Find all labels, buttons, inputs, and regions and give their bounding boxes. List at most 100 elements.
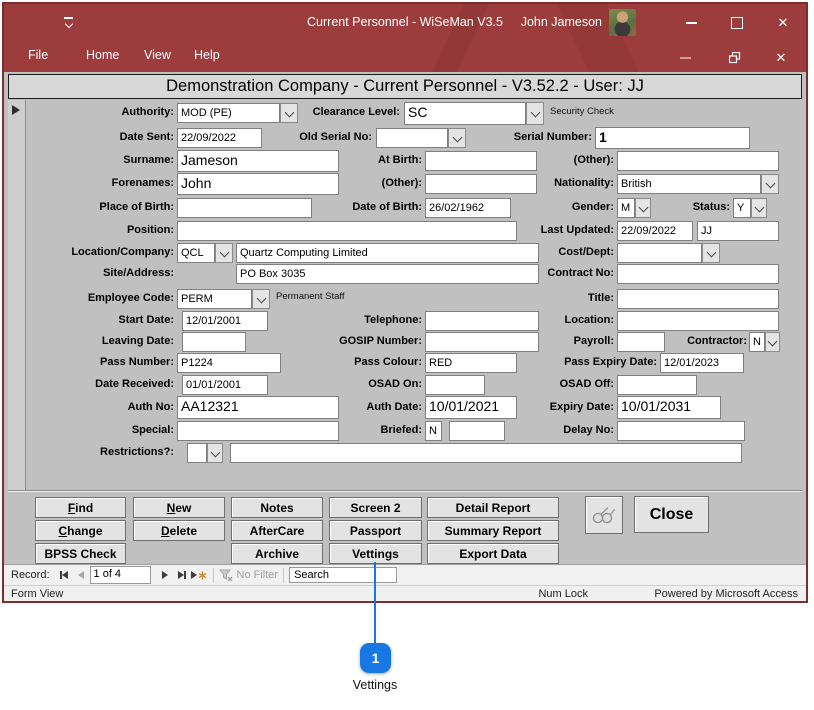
restrictions-dropdown-icon[interactable] <box>207 443 223 463</box>
osad-off-label: OSAD Off: <box>506 378 614 390</box>
delete-button[interactable]: Delete <box>133 520 225 541</box>
nationality-input[interactable]: British <box>617 174 761 194</box>
record-selector-strip[interactable] <box>8 100 26 490</box>
close-button[interactable]: Close <box>634 496 709 533</box>
date-received-input[interactable]: 01/01/2001 <box>182 375 268 395</box>
contractor-input[interactable]: N <box>749 332 765 352</box>
gender-input[interactable]: M <box>617 198 635 218</box>
find-button[interactable]: Find <box>35 497 126 518</box>
old-serial-no-dropdown-icon[interactable] <box>448 128 466 148</box>
title-field-label: Title: <box>506 292 614 304</box>
pass-number-input[interactable]: P1224 <box>177 353 281 373</box>
delay-no-input[interactable] <box>617 421 745 441</box>
clearance-level-dropdown-icon[interactable] <box>526 102 544 125</box>
view-mode-status: Form View <box>11 588 63 600</box>
last-updated-date-input[interactable]: 22/09/2022 <box>617 221 693 241</box>
nationality-dropdown-icon[interactable] <box>761 174 779 194</box>
cost-dept-input[interactable] <box>617 243 702 263</box>
close-window-icon[interactable]: ✕ <box>766 48 796 68</box>
leaving-date-label: Leaving Date: <box>34 335 174 347</box>
pass-expiry-date-input[interactable]: 12/01/2023 <box>660 353 744 373</box>
menu-home[interactable]: Home <box>86 48 119 62</box>
expiry-date-input[interactable]: 10/01/2031 <box>617 396 721 419</box>
menu-file[interactable]: File <box>28 48 48 62</box>
view-record-button[interactable] <box>585 496 623 534</box>
authority-dropdown-icon[interactable] <box>280 103 298 123</box>
powered-by-text: Powered by Microsoft Access <box>654 588 798 600</box>
callout-connector-line <box>374 562 376 645</box>
location-company-code-input[interactable]: QCL <box>177 243 215 263</box>
position-input[interactable] <box>177 221 517 241</box>
gosip-number-label: GOSIP Number: <box>314 335 422 347</box>
status-input[interactable]: Y <box>733 198 751 218</box>
menu-view[interactable]: View <box>144 48 171 62</box>
restore-window-icon[interactable] <box>720 48 750 68</box>
first-record-icon[interactable] <box>56 567 73 583</box>
restrictions-input[interactable] <box>187 443 207 463</box>
record-position[interactable]: 1 of 4 <box>90 566 151 584</box>
contractor-dropdown-icon[interactable] <box>765 332 780 352</box>
next-record-icon[interactable] <box>157 567 174 583</box>
last-updated-initials-input[interactable]: JJ <box>697 221 779 241</box>
clearance-level-input[interactable]: SC <box>404 102 526 125</box>
auth-date-label: Auth Date: <box>314 401 422 413</box>
briefed-extra-input[interactable] <box>449 421 505 441</box>
place-of-birth-input[interactable] <box>177 198 312 218</box>
contract-no-input[interactable] <box>617 264 779 284</box>
maximize-icon[interactable] <box>714 4 760 42</box>
status-dropdown-icon[interactable] <box>751 198 767 218</box>
location-company-dropdown-icon[interactable] <box>215 243 233 263</box>
search-input[interactable]: Search <box>289 567 397 583</box>
archive-button[interactable]: Archive <box>231 543 323 564</box>
date-of-birth-input[interactable]: 26/02/1962 <box>425 198 511 218</box>
change-button[interactable]: Change <box>35 520 126 541</box>
new-record-icon[interactable] <box>191 567 208 583</box>
detail-report-button[interactable]: Detail Report <box>427 497 559 518</box>
last-record-icon[interactable] <box>174 567 191 583</box>
user-avatar[interactable] <box>609 9 636 36</box>
auth-date-input[interactable]: 10/01/2021 <box>425 396 517 419</box>
site-address-input[interactable]: PO Box 3035 <box>236 264 539 284</box>
osad-off-input[interactable] <box>617 375 697 395</box>
minimize-icon[interactable] <box>668 4 714 42</box>
briefed-label: Briefed: <box>314 424 422 436</box>
start-date-input[interactable]: 12/01/2001 <box>182 311 268 331</box>
serial-number-input[interactable]: 1 <box>595 127 750 149</box>
app-window: Current Personnel - WiSeMan V3.5 John Ja… <box>2 2 808 603</box>
cost-dept-dropdown-icon[interactable] <box>702 243 720 263</box>
previous-record-icon[interactable] <box>73 567 90 583</box>
title-field-input[interactable] <box>617 289 779 309</box>
date-sent-input[interactable]: 22/09/2022 <box>177 128 262 148</box>
passport-button[interactable]: Passport <box>329 520 422 541</box>
title-bar: Current Personnel - WiSeMan V3.5 John Ja… <box>4 4 806 72</box>
osad-on-input[interactable] <box>425 375 485 395</box>
surname-other-input[interactable] <box>617 151 779 171</box>
new-button[interactable]: New <box>133 497 225 518</box>
authority-input[interactable]: MOD (PE) <box>177 103 280 123</box>
pass-colour-input[interactable]: RED <box>425 353 517 373</box>
notes-button[interactable]: Notes <box>231 497 323 518</box>
nationality-label: Nationality: <box>506 177 614 189</box>
ribbon-minimize-icon <box>670 48 700 68</box>
location-input[interactable] <box>617 311 779 331</box>
aftercare-button[interactable]: AfterCare <box>231 520 323 541</box>
expiry-date-label: Expiry Date: <box>506 401 614 413</box>
no-filter-indicator: No Filter <box>219 569 279 582</box>
bpss-check-button[interactable]: BPSS Check <box>35 543 126 564</box>
vettings-button[interactable]: Vettings <box>329 543 422 564</box>
gender-dropdown-icon[interactable] <box>635 198 651 218</box>
briefed-input[interactable]: N <box>425 421 442 441</box>
export-data-button[interactable]: Export Data <box>427 543 559 564</box>
leaving-date-input[interactable] <box>182 332 246 352</box>
close-icon[interactable]: ✕ <box>760 4 806 42</box>
payroll-input[interactable] <box>617 332 665 352</box>
summary-report-button[interactable]: Summary Report <box>427 520 559 541</box>
glasses-icon <box>591 505 617 525</box>
restrictions-text-input[interactable] <box>230 443 742 463</box>
menu-help[interactable]: Help <box>194 48 220 62</box>
old-serial-no-input[interactable] <box>376 128 448 148</box>
employee-code-input[interactable]: PERM <box>177 289 252 309</box>
location-company-name-input[interactable]: Quartz Computing Limited <box>236 243 539 263</box>
employee-code-dropdown-icon[interactable] <box>252 289 270 309</box>
screen2-button[interactable]: Screen 2 <box>329 497 422 518</box>
